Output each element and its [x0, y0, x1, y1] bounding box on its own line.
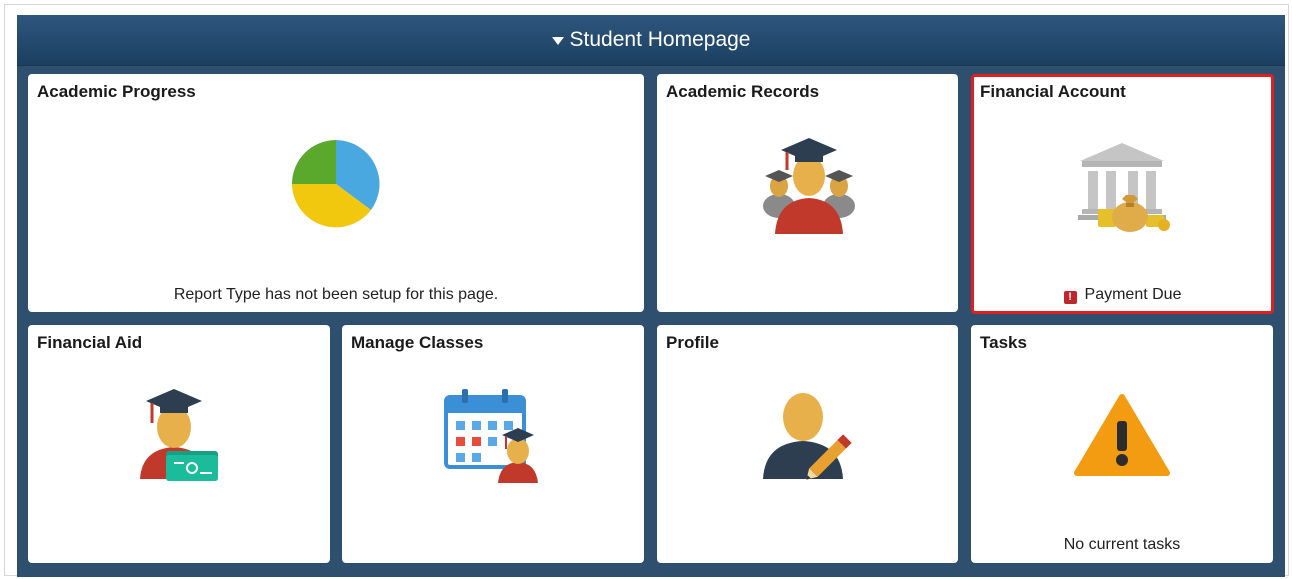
tile-tasks[interactable]: Tasks No current tasks — [971, 325, 1273, 563]
tile-profile[interactable]: Profile — [657, 325, 958, 563]
tile-footer: ! Payment Due — [974, 286, 1271, 304]
homepage-title: Student Homepage — [569, 28, 751, 51]
student-homepage: Student Homepage Academic Progress Repor… — [17, 15, 1285, 577]
graduate-money-icon — [140, 389, 218, 481]
homepage-header[interactable]: Student Homepage — [17, 15, 1285, 66]
bank-icon — [1078, 143, 1170, 232]
graduates-icon — [763, 138, 855, 234]
profile-edit-icon — [763, 393, 852, 480]
tile-title: Academic Progress — [37, 82, 196, 101]
tile-title: Profile — [666, 333, 719, 352]
pie-chart-icon — [292, 140, 380, 228]
alert-icon: ! — [1063, 291, 1077, 304]
tile-title: Tasks — [980, 333, 1027, 352]
warning-icon — [1074, 394, 1170, 476]
tile-title: Financial Account — [980, 82, 1126, 101]
tile-title: Financial Aid — [37, 333, 143, 352]
tile-title: Manage Classes — [351, 333, 484, 352]
tile-academic-progress[interactable]: Academic Progress Report Type has not be… — [28, 74, 644, 312]
payment-due-text: Payment Due — [1084, 286, 1182, 303]
tile-academic-records[interactable]: Academic Records — [657, 74, 958, 312]
tile-financial-aid[interactable]: Financial Aid — [28, 325, 330, 563]
tile-footer-text: Report Type has not been setup for this … — [173, 286, 499, 303]
tile-footer-text: No current tasks — [1063, 536, 1181, 553]
tile-title: Academic Records — [666, 82, 820, 101]
caret-down-icon — [551, 37, 564, 45]
tile-manage-classes[interactable]: Manage Classes — [342, 325, 644, 563]
calendar-student-icon — [444, 389, 538, 483]
tile-financial-account[interactable]: Financial Account ! Payment Due — [971, 74, 1274, 314]
